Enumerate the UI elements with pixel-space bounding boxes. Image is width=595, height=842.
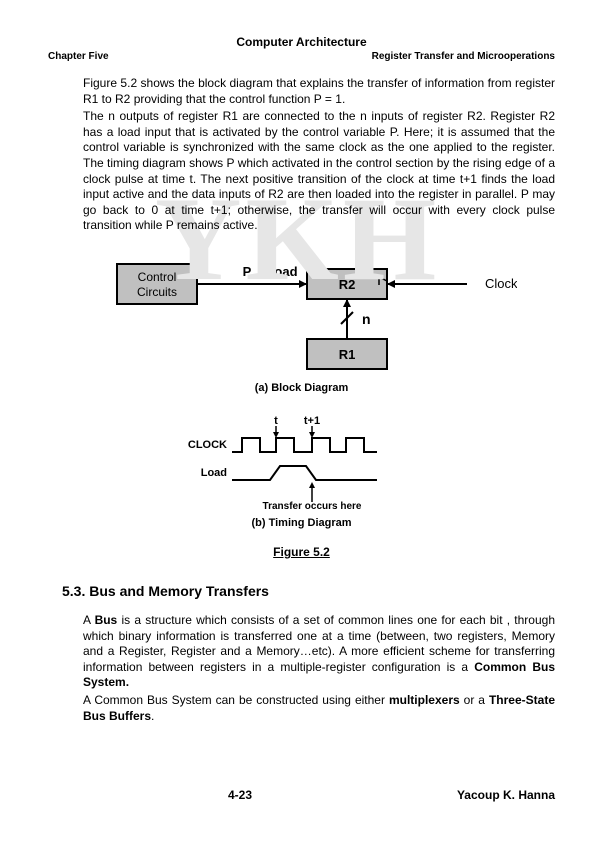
t1-label: t+1 (303, 415, 319, 427)
paragraph-4: A Common Bus System can be constructed u… (83, 693, 555, 724)
author-name: Yacoup K. Hanna (457, 788, 555, 802)
header-right: Register Transfer and Microoperations (372, 51, 555, 62)
doc-title: Computer Architecture (48, 35, 555, 49)
figure-label: Figure 5.2 (48, 545, 555, 559)
section-heading: 5.3. Bus and Memory Transfers (62, 583, 555, 599)
paragraph-1: Figure 5.2 shows the block diagram that … (83, 76, 555, 107)
header-left: Chapter Five (48, 51, 109, 62)
caption-b: (b) Timing Diagram (48, 517, 555, 529)
load-wave-label: Load (200, 467, 226, 479)
paragraph-2: The n outputs of register R1 are connect… (83, 109, 555, 234)
paragraph-3: A Bus is a structure which consists of a… (83, 613, 555, 691)
page-number: 4-23 (228, 788, 252, 802)
n-label: n (362, 311, 371, 327)
caption-a: (a) Block Diagram (48, 382, 555, 394)
r1-label: R1 (338, 347, 355, 362)
timing-diagram: t t+1 CLOCK Load Transfer occurs here (48, 414, 555, 509)
clock-wave-label: CLOCK (187, 439, 226, 451)
transfer-label: Transfer occurs here (262, 501, 361, 509)
t-label: t (274, 415, 278, 427)
